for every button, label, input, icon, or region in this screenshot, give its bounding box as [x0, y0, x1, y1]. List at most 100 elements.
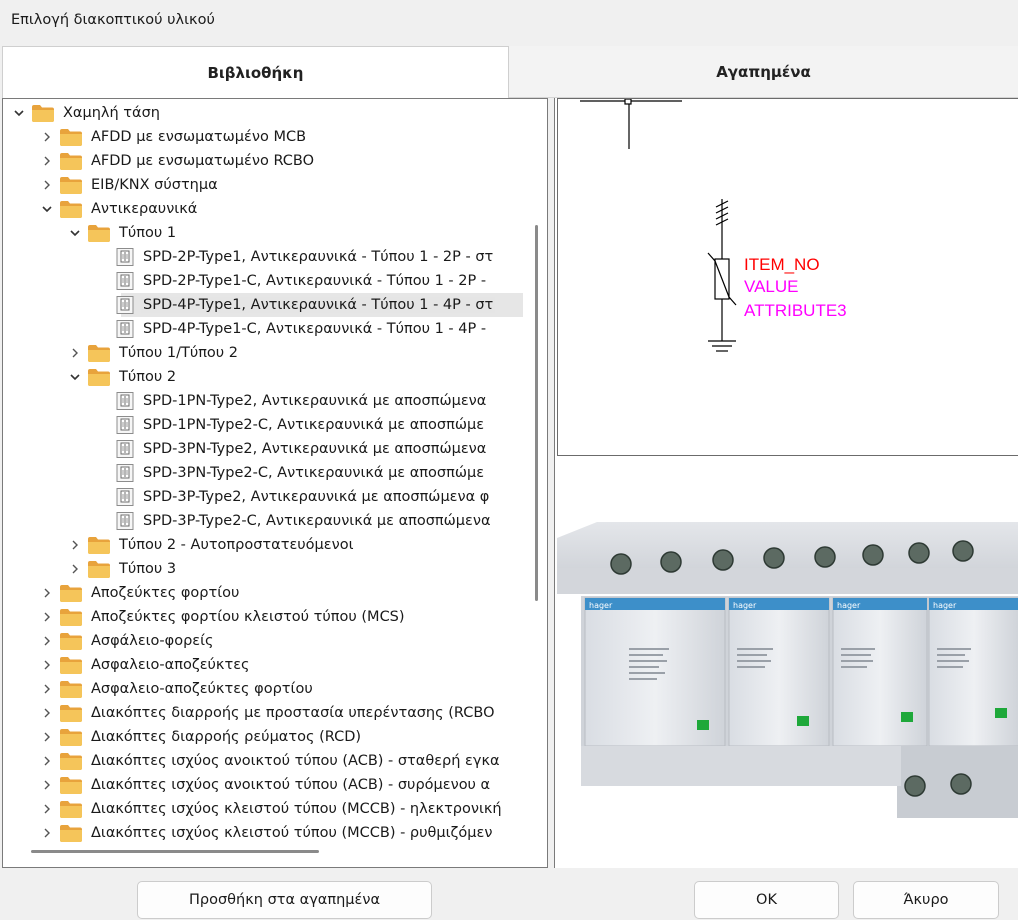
tree-item-row[interactable]: SPD-1PN-Type2-C, Αντικεραυνικά με αποσπώ… [3, 413, 523, 437]
chevron-right-icon[interactable] [67, 557, 83, 581]
symbol-attribute3-label: ATTRIBUTE3 [744, 301, 847, 320]
tree-node-label: SPD-4P-Type1, Αντικεραυνικά - Τύπου 1 - … [141, 297, 496, 313]
component-icon [115, 247, 135, 267]
tab-library[interactable]: Βιβλιοθήκη [2, 46, 509, 98]
tree-folder-row[interactable]: Αντικεραυνικά [3, 197, 523, 221]
chevron-right-icon[interactable] [39, 749, 55, 773]
chevron-right-icon[interactable] [39, 821, 55, 843]
add-to-favorites-button[interactable]: Προσθήκη στα αγαπημένα [137, 881, 432, 919]
tree-folder-row[interactable]: Τύπου 1 [3, 221, 523, 245]
tree-folder-row[interactable]: Διακόπτες ισχύος ανοικτού τύπου (ACB) - … [3, 773, 523, 797]
tree-folder-row[interactable]: Τύπου 3 [3, 557, 523, 581]
component-icon [115, 511, 135, 531]
library-tree[interactable]: Χαμηλή τάση AFDD με ενσωματωμένο MCB AFDD … [3, 99, 523, 843]
chevron-down-icon[interactable] [67, 365, 83, 389]
folder-icon [87, 535, 111, 555]
tree-folder-row[interactable]: Διακόπτες διαρροής ρεύματος (RCD) [3, 725, 523, 749]
tree-item-row[interactable]: SPD-4P-Type1, Αντικεραυνικά - Τύπου 1 - … [3, 293, 523, 317]
tree-node-label: Τύπου 2 - Αυτοπροστατευόμενοι [119, 537, 354, 553]
tree-folder-row[interactable]: Ασφαλειο-αποζεύκτες [3, 653, 523, 677]
chevron-right-icon[interactable] [39, 173, 55, 197]
chevron-right-icon[interactable] [39, 605, 55, 629]
tab-favorites[interactable]: Αγαπημένα [509, 46, 1018, 98]
tree-node-label: Διακόπτες διαρροής ρεύματος (RCD) [91, 729, 362, 745]
folder-icon [59, 775, 83, 795]
component-icon [115, 295, 135, 315]
chevron-down-icon[interactable] [67, 221, 83, 245]
tree-folder-row[interactable]: AFDD με ενσωματωμένο MCB [3, 125, 523, 149]
tab-bar: Βιβλιοθήκη Αγαπημένα [2, 46, 1018, 98]
tree-node-label: SPD-1PN-Type2-C, Αντικεραυνικά με αποσπώ… [143, 417, 485, 433]
chevron-right-icon[interactable] [39, 581, 55, 605]
tree-node-label: Ασφαλειο-αποζεύκτες φορτίου [91, 681, 313, 697]
tree-item-row[interactable]: SPD-3P-Type2, Αντικεραυνικά με αποσπώμεν… [3, 485, 523, 509]
tree-folder-row[interactable]: EIB/KNX σύστημα [3, 173, 523, 197]
folder-icon [59, 175, 83, 195]
tree-item-row[interactable]: SPD-3P-Type2-C, Αντικεραυνικά με αποσπώμ… [3, 509, 523, 533]
chevron-down-icon[interactable] [39, 197, 55, 221]
chevron-right-icon[interactable] [39, 629, 55, 653]
chevron-down-icon[interactable] [11, 101, 27, 125]
tree-folder-row[interactable]: Διακόπτες διαρροής με προστασία υπερέντα… [3, 701, 523, 725]
chevron-right-icon[interactable] [39, 701, 55, 725]
horizontal-scrollbar-thumb[interactable] [31, 850, 319, 853]
tree-node-label: Χαμηλή τάση [63, 105, 160, 121]
component-icon [115, 415, 135, 435]
chevron-right-icon[interactable] [67, 341, 83, 365]
tree-node-label: Διακόπτες διαρροής με προστασία υπερέντα… [91, 705, 495, 721]
preview-panel: ITEM_NO VALUE ATTRIBUTE3 hager hager hag… [554, 98, 1018, 868]
tree-folder-row[interactable]: Διακόπτες ισχύος κλειστού τύπου (MCCB) -… [3, 821, 523, 843]
tree-folder-row[interactable]: Διακόπτες ισχύος κλειστού τύπου (MCCB) -… [3, 797, 523, 821]
brand-logo-3: hager [837, 601, 861, 610]
brand-logo-4: hager [933, 601, 957, 610]
tree-item-row[interactable]: SPD-2P-Type1-C, Αντικεραυνικά - Τύπου 1 … [3, 269, 523, 293]
tree-item-row[interactable]: SPD-3PN-Type2-C, Αντικεραυνικά με αποσπώ… [3, 461, 523, 485]
chevron-right-icon[interactable] [39, 725, 55, 749]
tree-folder-row[interactable]: Ασφαλειο-αποζεύκτες φορτίου [3, 677, 523, 701]
tree-node-label: Διακόπτες ισχύος ανοικτού τύπου (ACB) - … [91, 753, 500, 769]
tree-folder-row[interactable]: AFDD με ενσωματωμένο RCBO [3, 149, 523, 173]
chevron-right-icon[interactable] [39, 797, 55, 821]
tree-node-label: Τύπου 3 [119, 561, 177, 577]
folder-icon [59, 751, 83, 771]
tree-node-label: AFDD με ενσωματωμένο MCB [91, 129, 307, 145]
folder-icon [59, 583, 83, 603]
tree-folder-row[interactable]: Τύπου 2 [3, 365, 523, 389]
chevron-right-icon[interactable] [39, 149, 55, 173]
tree-item-row[interactable]: SPD-1PN-Type2, Αντικεραυνικά με αποσπώμε… [3, 389, 523, 413]
tree-folder-row[interactable]: Αποζεύκτες φορτίου κλειστού τύπου (MCS) [3, 605, 523, 629]
component-icon [115, 271, 135, 291]
tree-node-label: Αποζεύκτες φορτίου κλειστού τύπου (MCS) [91, 609, 405, 625]
ok-button[interactable]: OK [694, 881, 839, 919]
component-icon [115, 463, 135, 483]
tree-folder-row[interactable]: Διακόπτες ισχύος ανοικτού τύπου (ACB) - … [3, 749, 523, 773]
chevron-right-icon[interactable] [39, 653, 55, 677]
chevron-right-icon[interactable] [67, 533, 83, 557]
tree-folder-row[interactable]: Τύπου 1/Τύπου 2 [3, 341, 523, 365]
tree-folder-row[interactable]: Χαμηλή τάση [3, 101, 523, 125]
tree-folder-row[interactable]: Ασφάλειο-φορείς [3, 629, 523, 653]
vertical-scrollbar-thumb[interactable] [535, 225, 538, 601]
folder-icon [87, 223, 111, 243]
tree-node-label: EIB/KNX σύστημα [91, 177, 218, 193]
tree-folder-row[interactable]: Αποζεύκτες φορτίου [3, 581, 523, 605]
cancel-button[interactable]: Άκυρο [853, 881, 999, 919]
chevron-right-icon[interactable] [39, 125, 55, 149]
brand-logo-2: hager [733, 601, 757, 610]
tree-folder-row[interactable]: Τύπου 2 - Αυτοπροστατευόμενοι [3, 533, 523, 557]
chevron-right-icon[interactable] [39, 773, 55, 797]
tree-node-label: SPD-2P-Type1, Αντικεραυνικά - Τύπου 1 - … [143, 249, 494, 265]
tree-node-label: SPD-3P-Type2-C, Αντικεραυνικά με αποσπώμ… [143, 513, 491, 529]
tree-item-row[interactable]: SPD-4P-Type1-C, Αντικεραυνικά - Τύπου 1 … [3, 317, 523, 341]
tree-node-label: Διακόπτες ισχύος ανοικτού τύπου (ACB) - … [91, 777, 491, 793]
tree-item-row[interactable]: SPD-2P-Type1, Αντικεραυνικά - Τύπου 1 - … [3, 245, 523, 269]
chevron-right-icon[interactable] [39, 677, 55, 701]
tree-item-row[interactable]: SPD-3PN-Type2, Αντικεραυνικά με αποσπώμε… [3, 437, 523, 461]
tree-node-label: Τύπου 2 [119, 369, 177, 385]
brand-logo-1: hager [589, 601, 613, 610]
